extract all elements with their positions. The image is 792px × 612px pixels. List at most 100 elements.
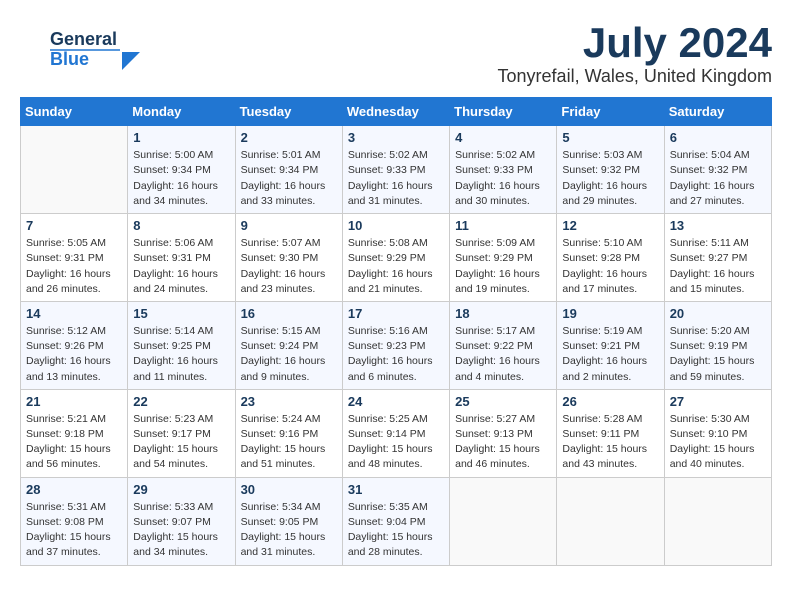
day-number: 20 [670, 306, 766, 321]
day-number: 27 [670, 394, 766, 409]
calendar-cell: 20 Sunrise: 5:20 AMSunset: 9:19 PMDayligh… [664, 301, 771, 389]
days-header-row: SundayMondayTuesdayWednesdayThursdayFrid… [21, 98, 772, 126]
day-info: Sunrise: 5:30 AMSunset: 9:10 PMDaylight:… [670, 412, 766, 473]
day-info: Sunrise: 5:35 AMSunset: 9:04 PMDaylight:… [348, 500, 444, 561]
day-info: Sunrise: 5:11 AMSunset: 9:27 PMDaylight:… [670, 236, 766, 297]
calendar-cell [664, 477, 771, 565]
calendar-cell: 2 Sunrise: 5:01 AMSunset: 9:34 PMDaylight… [235, 126, 342, 214]
day-header-tuesday: Tuesday [235, 98, 342, 126]
svg-text:General: General [50, 29, 117, 49]
day-info: Sunrise: 5:02 AMSunset: 9:33 PMDaylight:… [348, 148, 444, 209]
day-number: 25 [455, 394, 551, 409]
day-info: Sunrise: 5:03 AMSunset: 9:32 PMDaylight:… [562, 148, 658, 209]
day-number: 19 [562, 306, 658, 321]
day-info: Sunrise: 5:31 AMSunset: 9:08 PMDaylight:… [26, 500, 122, 561]
day-number: 30 [241, 482, 337, 497]
day-info: Sunrise: 5:27 AMSunset: 9:13 PMDaylight:… [455, 412, 551, 473]
calendar-cell: 3 Sunrise: 5:02 AMSunset: 9:33 PMDaylight… [342, 126, 449, 214]
day-number: 21 [26, 394, 122, 409]
day-info: Sunrise: 5:10 AMSunset: 9:28 PMDaylight:… [562, 236, 658, 297]
calendar-cell: 14 Sunrise: 5:12 AMSunset: 9:26 PMDayligh… [21, 301, 128, 389]
day-number: 11 [455, 218, 551, 233]
day-number: 6 [670, 130, 766, 145]
day-number: 18 [455, 306, 551, 321]
day-number: 10 [348, 218, 444, 233]
day-number: 29 [133, 482, 229, 497]
day-info: Sunrise: 5:14 AMSunset: 9:25 PMDaylight:… [133, 324, 229, 385]
calendar-cell: 1 Sunrise: 5:00 AMSunset: 9:34 PMDaylight… [128, 126, 235, 214]
calendar-cell: 9Sunrise: 5:07 AMSunset: 9:30 PMDaylight… [235, 214, 342, 302]
day-info: Sunrise: 5:15 AMSunset: 9:24 PMDaylight:… [241, 324, 337, 385]
day-header-saturday: Saturday [664, 98, 771, 126]
day-number: 8 [133, 218, 229, 233]
calendar-cell: 13Sunrise: 5:11 AMSunset: 9:27 PMDayligh… [664, 214, 771, 302]
week-row-4: 21 Sunrise: 5:21 AMSunset: 9:18 PMDayligh… [21, 389, 772, 477]
day-info: Sunrise: 5:24 AMSunset: 9:16 PMDaylight:… [241, 412, 337, 473]
day-number: 7 [26, 218, 122, 233]
calendar-cell: 15Sunrise: 5:14 AMSunset: 9:25 PMDayligh… [128, 301, 235, 389]
day-info: Sunrise: 5:20 AMSunset: 9:19 PMDaylight:… [670, 324, 766, 385]
day-number: 5 [562, 130, 658, 145]
day-number: 16 [241, 306, 337, 321]
day-info: Sunrise: 5:21 AMSunset: 9:18 PMDaylight:… [26, 412, 122, 473]
calendar-cell: 17 Sunrise: 5:16 AMSunset: 9:23 PMDayligh… [342, 301, 449, 389]
day-info: Sunrise: 5:02 AMSunset: 9:33 PMDaylight:… [455, 148, 551, 209]
calendar-cell: 25 Sunrise: 5:27 AMSunset: 9:13 PMDayligh… [450, 389, 557, 477]
calendar-cell: 29 Sunrise: 5:33 AMSunset: 9:07 PMDayligh… [128, 477, 235, 565]
day-number: 22 [133, 394, 229, 409]
day-number: 14 [26, 306, 122, 321]
calendar-cell: 31 Sunrise: 5:35 AMSunset: 9:04 PMDayligh… [342, 477, 449, 565]
day-info: Sunrise: 5:33 AMSunset: 9:07 PMDaylight:… [133, 500, 229, 561]
calendar-cell: 30 Sunrise: 5:34 AMSunset: 9:05 PMDayligh… [235, 477, 342, 565]
day-header-wednesday: Wednesday [342, 98, 449, 126]
day-info: Sunrise: 5:12 AMSunset: 9:26 PMDaylight:… [26, 324, 122, 385]
day-info: Sunrise: 5:23 AMSunset: 9:17 PMDaylight:… [133, 412, 229, 473]
day-header-thursday: Thursday [450, 98, 557, 126]
day-number: 2 [241, 130, 337, 145]
day-number: 4 [455, 130, 551, 145]
day-info: Sunrise: 5:05 AMSunset: 9:31 PMDaylight:… [26, 236, 122, 297]
calendar-cell: 4 Sunrise: 5:02 AMSunset: 9:33 PMDaylight… [450, 126, 557, 214]
day-number: 17 [348, 306, 444, 321]
day-info: Sunrise: 5:01 AMSunset: 9:34 PMDaylight:… [241, 148, 337, 209]
day-number: 1 [133, 130, 229, 145]
day-info: Sunrise: 5:04 AMSunset: 9:32 PMDaylight:… [670, 148, 766, 209]
calendar-table: SundayMondayTuesdayWednesdayThursdayFrid… [20, 97, 772, 565]
month-title: July 2024 [498, 20, 772, 66]
calendar-cell: 7 Sunrise: 5:05 AMSunset: 9:31 PMDaylight… [21, 214, 128, 302]
day-info: Sunrise: 5:25 AMSunset: 9:14 PMDaylight:… [348, 412, 444, 473]
day-number: 23 [241, 394, 337, 409]
day-info: Sunrise: 5:08 AMSunset: 9:29 PMDaylight:… [348, 236, 444, 297]
calendar-cell: 6 Sunrise: 5:04 AMSunset: 9:32 PMDaylight… [664, 126, 771, 214]
calendar-cell: 19 Sunrise: 5:19 AMSunset: 9:21 PMDayligh… [557, 301, 664, 389]
day-info: Sunrise: 5:00 AMSunset: 9:34 PMDaylight:… [133, 148, 229, 209]
calendar-cell: 23 Sunrise: 5:24 AMSunset: 9:16 PMDayligh… [235, 389, 342, 477]
week-row-1: 1 Sunrise: 5:00 AMSunset: 9:34 PMDaylight… [21, 126, 772, 214]
calendar-cell: 22 Sunrise: 5:23 AMSunset: 9:17 PMDayligh… [128, 389, 235, 477]
day-info: Sunrise: 5:06 AMSunset: 9:31 PMDaylight:… [133, 236, 229, 297]
day-info: Sunrise: 5:17 AMSunset: 9:22 PMDaylight:… [455, 324, 551, 385]
day-number: 31 [348, 482, 444, 497]
calendar-cell: 16 Sunrise: 5:15 AMSunset: 9:24 PMDayligh… [235, 301, 342, 389]
page-header: General Blue July 2024 Tonyrefail, Wales… [20, 20, 772, 87]
calendar-cell: 11Sunrise: 5:09 AMSunset: 9:29 PMDayligh… [450, 214, 557, 302]
calendar-cell: 27 Sunrise: 5:30 AMSunset: 9:10 PMDayligh… [664, 389, 771, 477]
logo-icon: General Blue [20, 20, 140, 75]
day-info: Sunrise: 5:28 AMSunset: 9:11 PMDaylight:… [562, 412, 658, 473]
day-number: 12 [562, 218, 658, 233]
calendar-cell: 10 Sunrise: 5:08 AMSunset: 9:29 PMDayligh… [342, 214, 449, 302]
week-row-3: 14 Sunrise: 5:12 AMSunset: 9:26 PMDayligh… [21, 301, 772, 389]
calendar-cell: 5 Sunrise: 5:03 AMSunset: 9:32 PMDaylight… [557, 126, 664, 214]
day-number: 28 [26, 482, 122, 497]
day-header-friday: Friday [557, 98, 664, 126]
week-row-2: 7 Sunrise: 5:05 AMSunset: 9:31 PMDaylight… [21, 214, 772, 302]
day-info: Sunrise: 5:34 AMSunset: 9:05 PMDaylight:… [241, 500, 337, 561]
day-info: Sunrise: 5:19 AMSunset: 9:21 PMDaylight:… [562, 324, 658, 385]
calendar-cell [557, 477, 664, 565]
day-info: Sunrise: 5:16 AMSunset: 9:23 PMDaylight:… [348, 324, 444, 385]
day-number: 9 [241, 218, 337, 233]
calendar-cell: 21 Sunrise: 5:21 AMSunset: 9:18 PMDayligh… [21, 389, 128, 477]
day-number: 3 [348, 130, 444, 145]
day-header-monday: Monday [128, 98, 235, 126]
calendar-cell [21, 126, 128, 214]
